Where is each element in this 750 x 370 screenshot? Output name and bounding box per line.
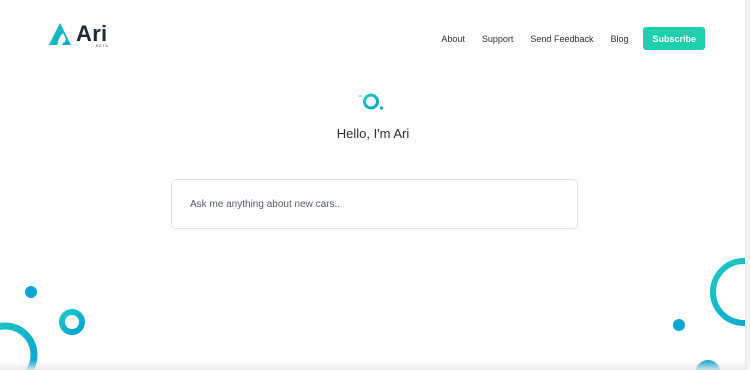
brand-name: Ari BETA xyxy=(76,21,109,49)
subscribe-button[interactable]: Subscribe xyxy=(643,27,705,50)
deco-dot-left xyxy=(25,286,37,298)
search-input[interactable] xyxy=(190,180,560,228)
nav-send-feedback-link[interactable]: Send Feedback xyxy=(530,34,593,44)
greeting-text: Hello, I'm Ari xyxy=(336,126,410,141)
deco-dot-right xyxy=(673,319,685,331)
header: Ari BETA About Support Send Feedback Blo… xyxy=(0,0,750,78)
nav-support-link[interactable]: Support xyxy=(482,34,514,44)
search-box[interactable] xyxy=(171,179,578,229)
nav-about-link[interactable]: About xyxy=(441,34,465,44)
deco-ring-small xyxy=(59,309,85,335)
ari-ring-icon xyxy=(359,93,384,110)
brand-logo[interactable]: Ari BETA xyxy=(48,21,109,50)
nav-blog-link[interactable]: Blog xyxy=(610,34,628,44)
bottom-fade xyxy=(0,360,746,370)
top-nav: About Support Send Feedback Blog Subscri… xyxy=(441,27,705,50)
triangle-logo-icon xyxy=(49,23,71,45)
beta-badge: BETA xyxy=(95,43,109,48)
